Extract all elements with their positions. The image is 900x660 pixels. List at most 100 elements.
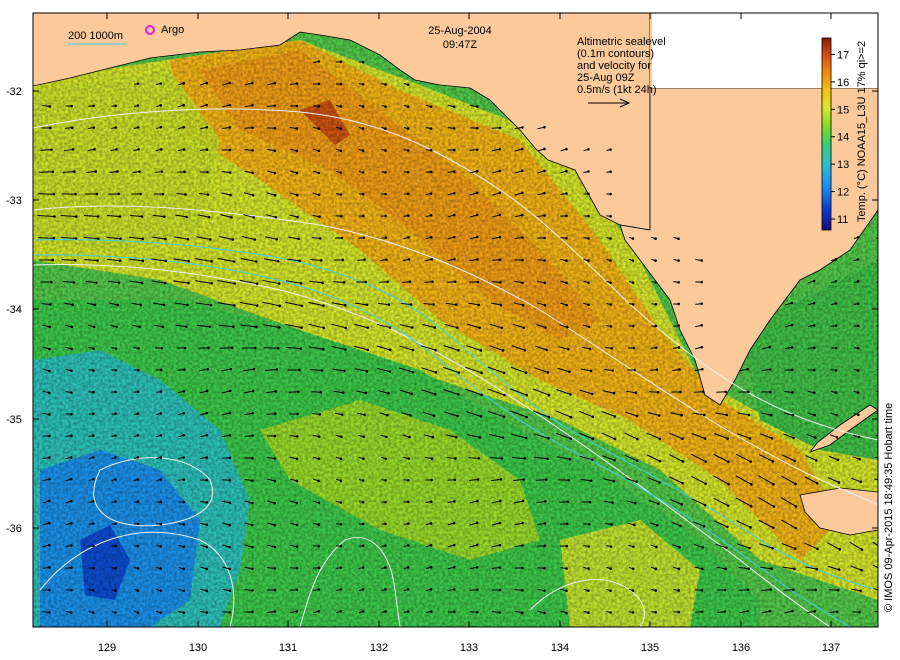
velocity-arrow-head bbox=[384, 566, 387, 569]
velocity-arrow-head bbox=[53, 215, 56, 218]
velocity-arrow-head bbox=[251, 501, 254, 505]
velocity-arrow-head bbox=[339, 193, 343, 196]
velocity-arrow-head bbox=[70, 412, 73, 416]
velocity-arrow-head bbox=[746, 367, 749, 371]
velocity-arrow-head bbox=[406, 522, 410, 525]
velocity-arrow-head bbox=[455, 435, 458, 439]
velocity-arrow-head bbox=[339, 479, 343, 482]
velocity-arrow-head bbox=[48, 611, 51, 614]
velocity-arrow-head bbox=[92, 347, 95, 350]
velocity-arrow-head bbox=[317, 566, 321, 570]
velocity-arrow-head bbox=[136, 434, 140, 437]
velocity-arrow-head bbox=[209, 303, 213, 307]
colorbar-tick-label: 16 bbox=[837, 77, 849, 89]
velocity-arrow-head bbox=[205, 545, 209, 549]
velocity-arrow-head bbox=[136, 544, 140, 548]
velocity-arrow-head bbox=[136, 126, 140, 129]
velocity-arrow-head bbox=[94, 170, 97, 173]
velocity-arrow-head bbox=[48, 456, 51, 459]
velocity-arrow-head bbox=[384, 610, 387, 613]
velocity-arrow-head bbox=[727, 482, 730, 486]
velocity-arrow-head bbox=[114, 347, 118, 350]
velocity-arrow-head bbox=[160, 346, 164, 350]
velocity-arrow-head bbox=[475, 588, 479, 591]
velocity-arrow-head bbox=[321, 347, 325, 351]
velocity-arrow-head bbox=[631, 324, 635, 328]
velocity-arrow-head bbox=[565, 259, 568, 262]
colorbar-tick-label: 13 bbox=[837, 159, 849, 171]
velocity-arrow-head bbox=[343, 369, 346, 373]
velocity-arrow-head bbox=[70, 456, 73, 459]
velocity-arrow-head bbox=[433, 326, 437, 329]
velocity-arrow-head bbox=[205, 611, 209, 614]
velocity-arrow-head bbox=[275, 237, 279, 241]
velocity-arrow-head bbox=[317, 609, 321, 613]
velocity-arrow-head bbox=[366, 348, 370, 352]
velocity-arrow-head bbox=[498, 191, 502, 195]
velocity-arrow bbox=[648, 391, 659, 393]
velocity-arrow-head bbox=[317, 523, 321, 526]
velocity-arrow-head bbox=[726, 504, 730, 508]
velocity-arrow-head bbox=[48, 543, 51, 547]
velocity-arrow-head bbox=[92, 544, 95, 548]
velocity-arrow-head bbox=[322, 326, 326, 330]
velocity-arrow-head bbox=[139, 303, 143, 307]
velocity-arrow-head bbox=[609, 148, 612, 151]
velocity-arrow-head bbox=[858, 457, 861, 461]
velocity-arrow-head bbox=[159, 589, 163, 592]
velocity-arrow-head bbox=[278, 282, 281, 285]
velocity-arrow-head bbox=[475, 235, 479, 239]
velocity-arrow-head bbox=[812, 324, 816, 327]
velocity-arrow-head bbox=[502, 371, 506, 375]
velocity-arrow-head bbox=[275, 368, 279, 371]
velocity-arrow-head bbox=[568, 457, 572, 461]
velocity-arrow-head bbox=[118, 215, 122, 218]
velocity-arrow-head bbox=[857, 413, 860, 417]
velocity-arrow-head bbox=[521, 521, 524, 525]
velocity-arrow-head bbox=[723, 610, 727, 613]
velocity-arrow-head bbox=[321, 281, 324, 285]
velocity-arrow-head bbox=[141, 237, 145, 241]
y-tick-label: -36 bbox=[6, 523, 22, 535]
velocity-arrow-head bbox=[273, 588, 277, 592]
velocity-arrow-head bbox=[521, 303, 525, 307]
velocity-arrow-head bbox=[547, 393, 551, 397]
velocity-arrow-head bbox=[770, 436, 774, 440]
velocity-arrow-head bbox=[770, 567, 773, 571]
velocity-arrow-head bbox=[344, 348, 347, 351]
velocity-arrow-head bbox=[361, 522, 365, 526]
velocity-arrow-head bbox=[480, 371, 483, 375]
velocity-arrow-head bbox=[251, 456, 254, 460]
velocity-arrow-head bbox=[70, 104, 73, 108]
velocity-arrow-head bbox=[339, 501, 343, 504]
velocity-arrow-head bbox=[251, 434, 254, 437]
velocity-arrow-head bbox=[406, 544, 410, 547]
velocity-arrow-head bbox=[183, 368, 186, 371]
velocity-arrow-head bbox=[296, 215, 299, 219]
velocity-arrow-head bbox=[569, 415, 573, 419]
velocity-arrow-head bbox=[587, 148, 590, 151]
velocity-arrow-head bbox=[164, 259, 168, 263]
velocity-arrow-head bbox=[768, 345, 772, 349]
velocity-arrow-head bbox=[182, 611, 186, 614]
velocity-arrow-head bbox=[136, 567, 140, 570]
velocity-arrow-head bbox=[677, 567, 681, 571]
velocity-arrow-head bbox=[543, 589, 546, 592]
velocity-arrow-head bbox=[251, 479, 254, 482]
velocity-arrow-head bbox=[47, 369, 51, 373]
velocity-arrow-head bbox=[498, 147, 502, 151]
velocity-arrow-head bbox=[856, 391, 860, 394]
velocity-arrow-head bbox=[588, 347, 592, 351]
velocity-arrow-head bbox=[384, 588, 387, 591]
velocity-arrow-head bbox=[834, 391, 838, 394]
velocity-arrow-head bbox=[183, 170, 186, 174]
velocity-arrow-head bbox=[48, 391, 51, 395]
velocity-arrow-head bbox=[365, 303, 369, 307]
velocity-arrow-head bbox=[635, 459, 639, 463]
velocity-arrow-head bbox=[228, 545, 231, 549]
velocity-arrow-head bbox=[609, 259, 612, 262]
velocity-arrow-head bbox=[117, 281, 121, 285]
velocity-arrow-head bbox=[339, 82, 343, 86]
velocity-arrow-head bbox=[609, 281, 612, 284]
velocity-arrow-head bbox=[273, 457, 277, 460]
